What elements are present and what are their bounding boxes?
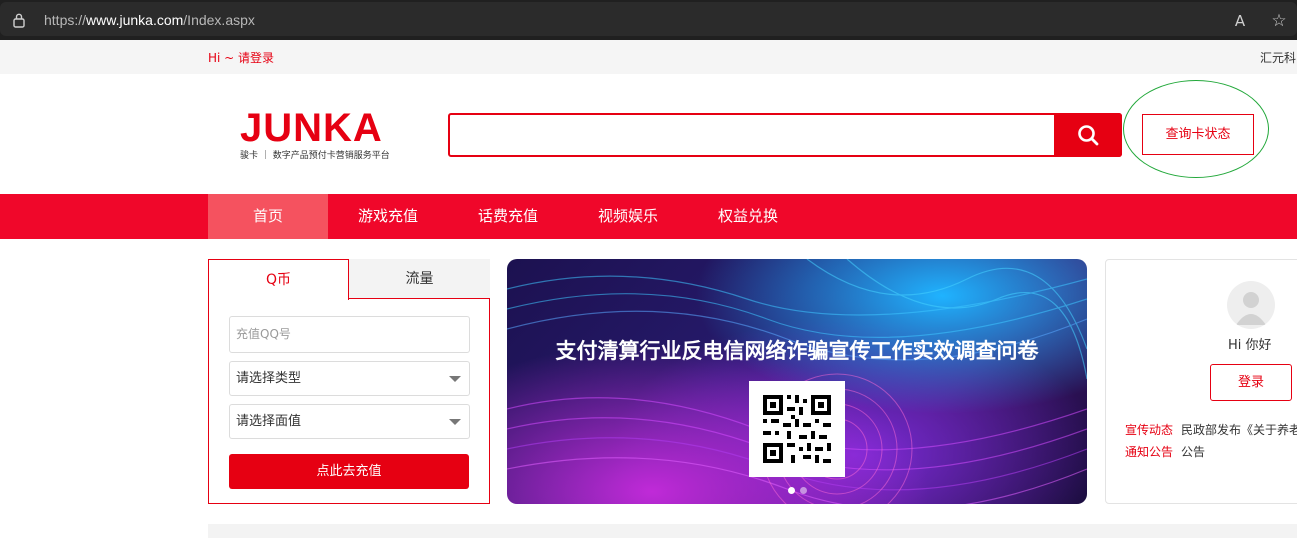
topbar-right-link[interactable]: 汇元科 [1260,49,1296,66]
news-title: 民政部发布《关于养老 [1181,423,1297,437]
carousel-dot[interactable] [800,487,807,494]
section-divider [208,524,1297,538]
main-nav: 首页 游戏充值 话费充值 视频娱乐 权益兑换 [0,194,1297,239]
login-link[interactable]: Hi ~ 请登录 [208,49,274,66]
carousel-dot-active[interactable] [788,487,795,494]
site-logo[interactable]: JUNKA 骏卡 ｜ 数字产品预付卡营销服务平台 [240,108,390,161]
nav-item-rights-exchange[interactable]: 权益兑换 [688,194,808,239]
lock-icon[interactable] [12,12,26,28]
news-item[interactable]: 宣传动态 民政部发布《关于养老 [1125,421,1297,438]
search-button[interactable] [1054,113,1122,157]
logo-tagline: 骏卡 ｜ 数字产品预付卡营销服务平台 [240,151,390,161]
recharge-submit-button[interactable]: 点此去充值 [229,454,469,489]
url-domain: www.junka.com [86,12,184,28]
nav-item-video[interactable]: 视频娱乐 [568,194,688,239]
url-text[interactable]: https://www.junka.com/Index.aspx [44,12,255,28]
news-category: 通知公告 [1125,445,1174,459]
highlight-circle [1123,80,1269,178]
nav-item-home[interactable]: 首页 [208,194,328,239]
type-select[interactable]: 请选择类型 [229,361,470,396]
chevron-down-icon [449,419,461,425]
top-bar: Hi ~ 请登录 汇元科 [0,40,1297,74]
tab-data-traffic[interactable]: 流量 [349,259,490,299]
url-prefix: https:// [44,12,87,28]
browser-toolbar: https://www.junka.com/Index.aspx A ☆ [0,0,1297,40]
login-button[interactable]: 登录 [1210,364,1292,401]
search-input[interactable] [448,113,1122,157]
promo-banner[interactable]: 支付清算行业反电信网络诈骗宣传工作实效调查问卷 [507,259,1087,504]
search-icon [1078,125,1099,146]
logo-word: JUNKA [240,106,383,150]
read-aloud-icon[interactable]: A [1230,11,1250,31]
type-select-value: 请选择类型 [236,371,302,386]
avatar [1227,281,1275,329]
chevron-down-icon [449,376,461,382]
news-item[interactable]: 通知公告 公告 [1125,443,1205,460]
news-title: 公告 [1181,445,1206,459]
value-select[interactable]: 请选择面值 [229,404,470,439]
news-category: 宣传动态 [1125,423,1174,437]
qr-code [749,381,845,477]
nav-item-phone-recharge[interactable]: 话费充值 [448,194,568,239]
greeting-text: Hi 你好 [1228,338,1272,353]
tab-qcoin[interactable]: Q币 [208,259,349,300]
value-select-value: 请选择面值 [236,414,302,429]
qq-number-input[interactable]: 充值QQ号 [229,316,470,353]
url-path: /Index.aspx [183,12,255,28]
nav-item-game-recharge[interactable]: 游戏充值 [328,194,448,239]
user-avatar-icon [1236,292,1266,325]
address-bar[interactable]: https://www.junka.com/Index.aspx A ☆ [0,2,1297,36]
banner-title: 支付清算行业反电信网络诈骗宣传工作实效调查问卷 [555,339,1039,363]
favorite-star-icon[interactable]: ☆ [1269,11,1289,31]
